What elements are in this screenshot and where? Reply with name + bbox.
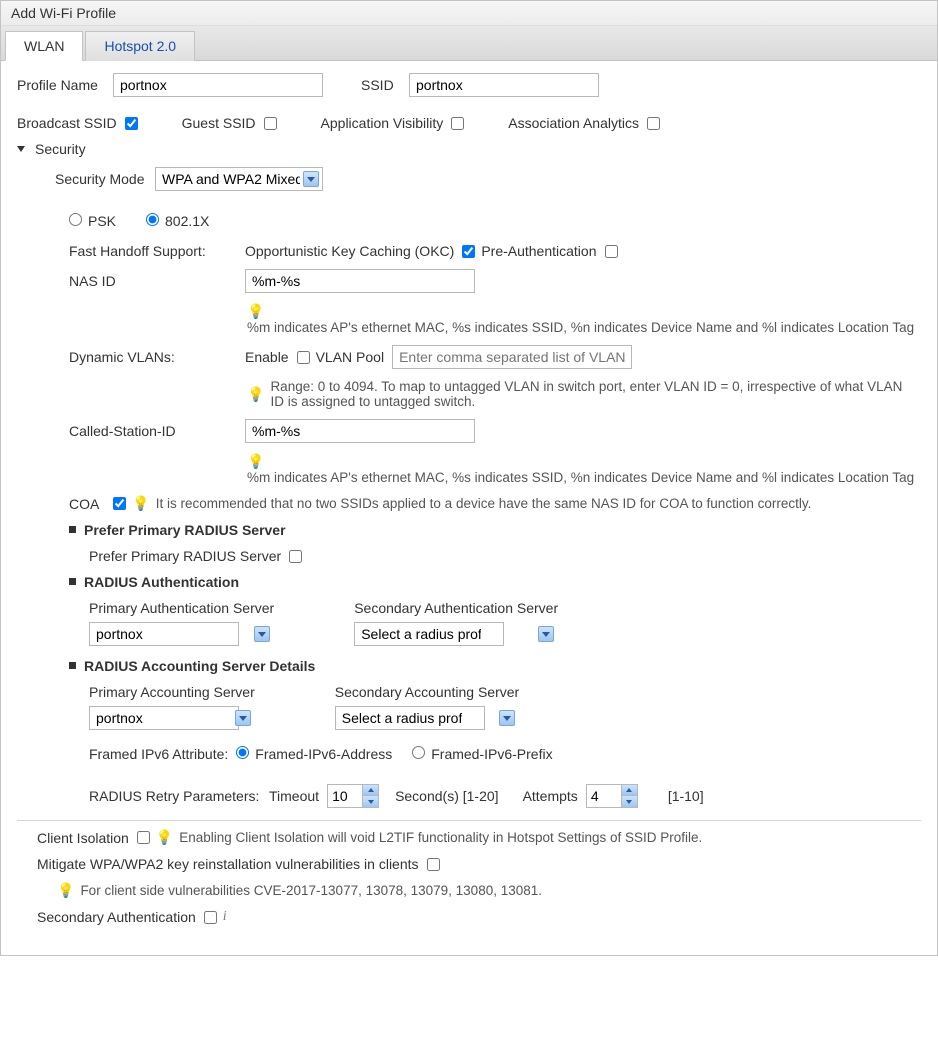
profile-name-input[interactable] <box>113 73 323 97</box>
secondary-auth-checkbox[interactable] <box>204 911 217 924</box>
square-bullet-icon <box>69 578 76 585</box>
bulb-icon: 💡 <box>247 453 264 470</box>
tab-wlan[interactable]: WLAN <box>5 31 83 61</box>
framed-prefix-radio[interactable] <box>412 746 425 759</box>
security-header: Security <box>35 141 86 157</box>
coa-checkbox[interactable] <box>113 497 126 510</box>
preauth-checkbox[interactable] <box>605 245 618 258</box>
coa-label: COA <box>69 496 99 512</box>
info-icon[interactable]: i <box>223 909 227 925</box>
primary-auth-select[interactable]: portnox <box>89 622 239 646</box>
prefer-primary-checkbox[interactable] <box>289 550 302 563</box>
attempts-spinner[interactable] <box>586 784 638 808</box>
client-isolation-label: Client Isolation <box>37 830 129 846</box>
called-hint: %m indicates AP's ethernet MAC, %s indic… <box>247 470 914 485</box>
timeout-input[interactable] <box>328 785 362 807</box>
app-visibility-label: Application Visibility <box>321 115 444 131</box>
primary-auth-label: Primary Authentication Server <box>89 600 274 616</box>
divider <box>17 820 921 821</box>
primary-acct-label: Primary Accounting Server <box>89 684 255 700</box>
client-isolation-checkbox[interactable] <box>137 831 150 844</box>
prefer-primary-header: Prefer Primary RADIUS Server <box>84 522 286 538</box>
square-bullet-icon <box>69 662 76 669</box>
primary-acct-select[interactable]: portnox <box>89 706 239 730</box>
secondary-acct-label: Secondary Accounting Server <box>335 684 519 700</box>
security-mode-select[interactable]: WPA and WPA2 Mixed mode <box>155 167 323 191</box>
framed-addr-wrap[interactable]: Framed-IPv6-Address <box>236 746 392 762</box>
framed-prefix-wrap[interactable]: Framed-IPv6-Prefix <box>412 746 552 762</box>
security-mode-label: Security Mode <box>55 171 147 187</box>
retry-label: RADIUS Retry Parameters: <box>89 788 261 804</box>
client-isolation-hint: Enabling Client Isolation will void L2TI… <box>179 830 702 845</box>
preauth-label: Pre-Authentication <box>481 243 596 259</box>
dot1x-radio-wrap[interactable]: 802.1X <box>146 213 209 229</box>
coa-hint: It is recommended that no two SSIDs appl… <box>156 496 812 511</box>
mitigate-hint: For client side vulnerabilities CVE-2017… <box>80 883 542 898</box>
secondary-auth-label: Secondary Authentication <box>37 909 196 925</box>
ssid-label: SSID <box>361 77 401 93</box>
tab-bar: WLAN Hotspot 2.0 <box>1 26 937 61</box>
assoc-analytics-label: Association Analytics <box>508 115 639 131</box>
dot1x-radio[interactable] <box>146 213 159 226</box>
okc-label: Opportunistic Key Caching (OKC) <box>245 243 454 259</box>
bulb-icon: 💡 <box>156 829 173 846</box>
dialog-title: Add Wi-Fi Profile <box>1 1 937 26</box>
vlan-pool-input[interactable] <box>392 345 632 369</box>
mitigate-label: Mitigate WPA/WPA2 key reinstallation vul… <box>37 856 419 872</box>
ssid-input[interactable] <box>409 73 599 97</box>
timeout-spinner[interactable] <box>327 784 379 808</box>
spin-up-icon[interactable] <box>621 785 637 796</box>
broadcast-ssid-checkbox[interactable] <box>125 117 138 130</box>
caret-down-icon[interactable] <box>17 146 25 152</box>
bulb-icon: 💡 <box>247 303 264 320</box>
dyn-vlans-label: Dynamic VLANs: <box>69 349 237 365</box>
attempts-label: Attempts <box>523 788 578 804</box>
called-station-input[interactable] <box>245 419 475 443</box>
bulb-icon: 💡 <box>57 882 74 899</box>
secondary-auth-label: Secondary Authentication Server <box>354 600 558 616</box>
called-station-label: Called-Station-ID <box>69 423 237 439</box>
timeout-label: Timeout <box>269 788 319 804</box>
radius-auth-header: RADIUS Authentication <box>84 574 239 590</box>
nas-hint: %m indicates AP's ethernet MAC, %s indic… <box>247 320 914 335</box>
secondary-auth-select[interactable]: Select a radius profile <box>354 622 504 646</box>
square-bullet-icon <box>69 526 76 533</box>
framed-label: Framed IPv6 Attribute: <box>89 746 228 762</box>
secondary-acct-select[interactable]: Select a radius profile <box>335 706 485 730</box>
tab-hotspot[interactable]: Hotspot 2.0 <box>85 31 195 61</box>
bulb-icon: 💡 <box>247 386 264 403</box>
spin-down-icon[interactable] <box>362 796 378 807</box>
psk-radio-wrap[interactable]: PSK <box>69 213 116 229</box>
dyn-vlans-checkbox[interactable] <box>297 351 310 364</box>
fast-handoff-label: Fast Handoff Support: <box>69 243 237 259</box>
app-visibility-checkbox[interactable] <box>451 117 464 130</box>
attempts-input[interactable] <box>587 785 621 807</box>
spin-down-icon[interactable] <box>621 796 637 807</box>
guest-ssid-label: Guest SSID <box>182 115 256 131</box>
prefer-primary-label: Prefer Primary RADIUS Server <box>89 548 281 564</box>
attempts-hint: [1-10] <box>668 788 704 804</box>
okc-checkbox[interactable] <box>462 245 475 258</box>
profile-name-label: Profile Name <box>17 77 105 93</box>
assoc-analytics-checkbox[interactable] <box>647 117 660 130</box>
spin-up-icon[interactable] <box>362 785 378 796</box>
guest-ssid-checkbox[interactable] <box>264 117 277 130</box>
vlan-pool-label: VLAN Pool <box>316 349 384 365</box>
psk-radio[interactable] <box>69 213 82 226</box>
enable-label: Enable <box>245 349 289 365</box>
nas-id-label: NAS ID <box>69 273 237 289</box>
mitigate-checkbox[interactable] <box>427 858 440 871</box>
radius-acct-header: RADIUS Accounting Server Details <box>84 658 315 674</box>
nas-id-input[interactable] <box>245 269 475 293</box>
bulb-icon: 💡 <box>132 495 149 512</box>
wifi-profile-dialog: Add Wi-Fi Profile WLAN Hotspot 2.0 Profi… <box>0 0 938 956</box>
timeout-hint: Second(s) [1-20] <box>395 788 499 804</box>
vlan-hint: Range: 0 to 4094. To map to untagged VLA… <box>270 379 910 409</box>
content-area: Profile Name SSID Broadcast SSID Guest S… <box>1 61 937 955</box>
broadcast-ssid-label: Broadcast SSID <box>17 115 117 131</box>
framed-addr-radio[interactable] <box>236 746 249 759</box>
